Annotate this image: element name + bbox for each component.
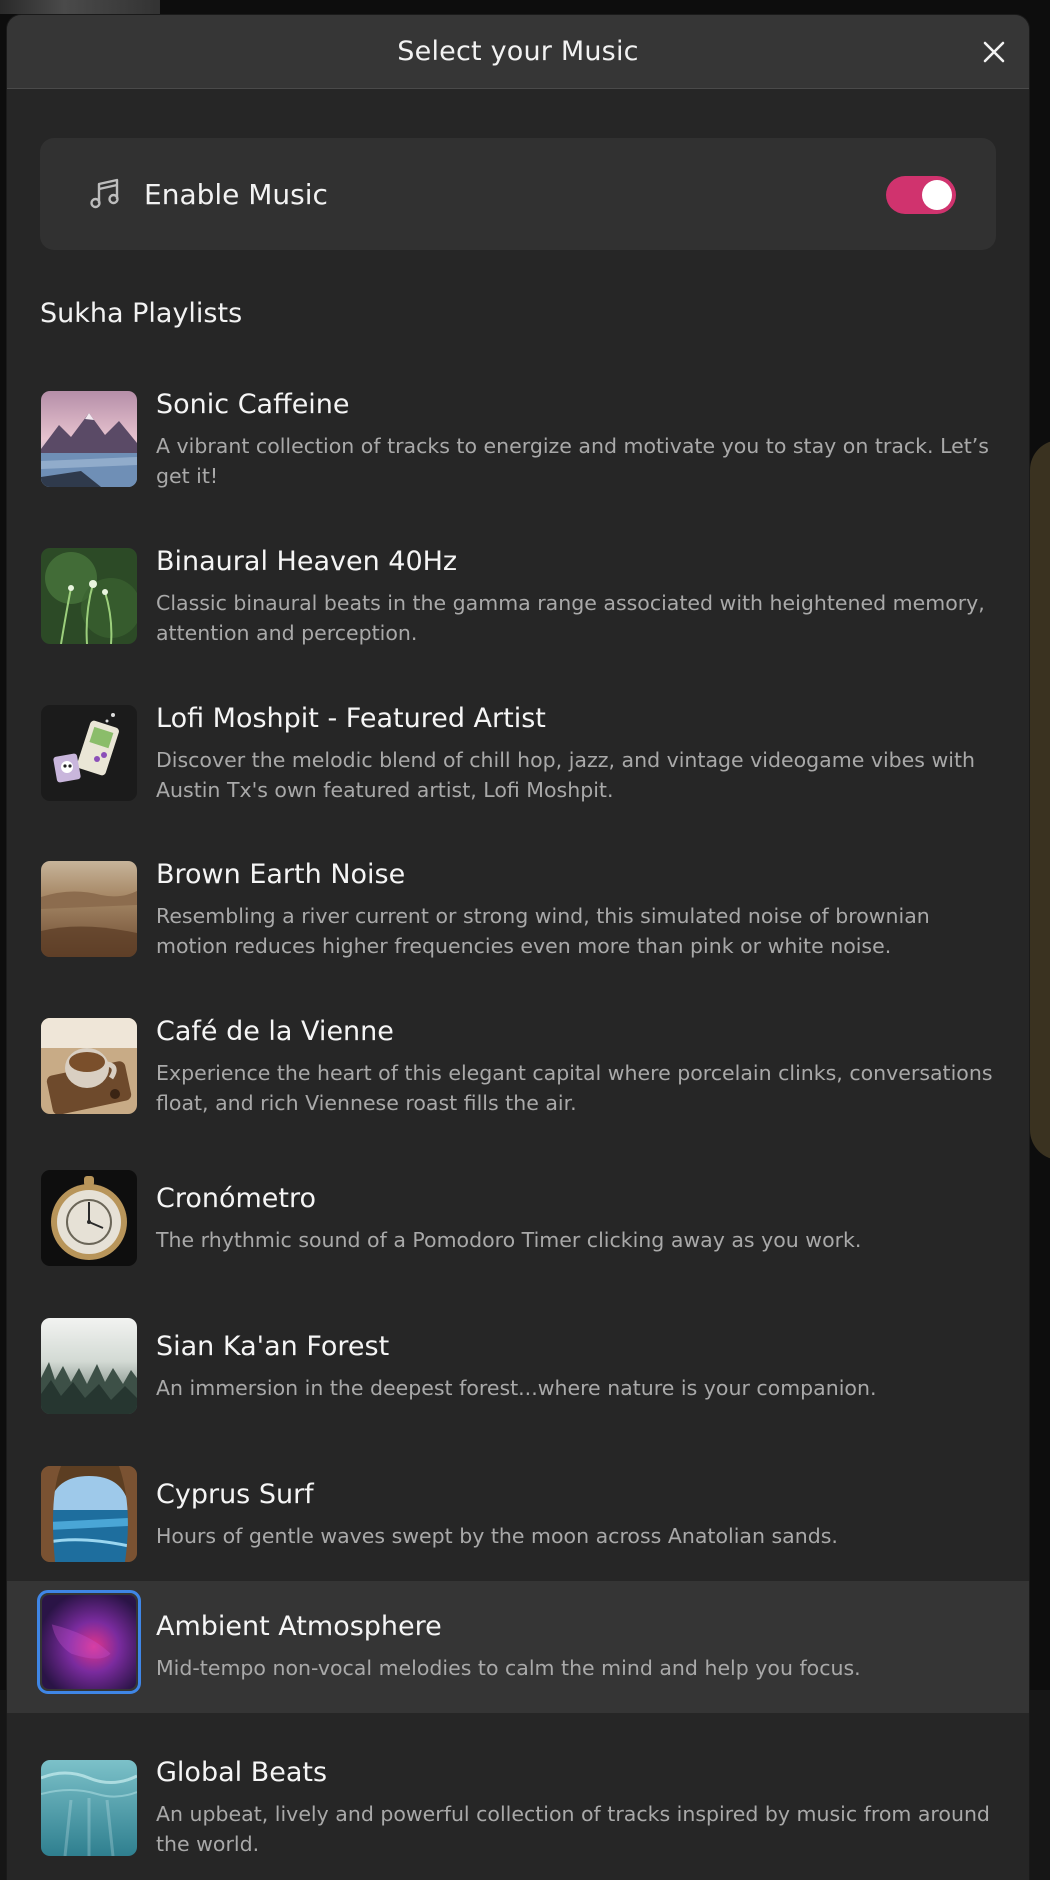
close-button[interactable]	[977, 35, 1011, 69]
enable-music-label: Enable Music	[144, 177, 328, 211]
playlist-title: Cyprus Surf	[156, 1479, 314, 1510]
playlist-title: Sonic Caffeine	[156, 389, 350, 420]
enable-music-toggle[interactable]	[886, 176, 956, 214]
playlist-title: Café de la Vienne	[156, 1016, 394, 1047]
playlist-thumbnail	[41, 391, 137, 487]
playlist-description: Hours of gentle waves swept by the moon …	[156, 1524, 838, 1548]
modal-header: Select your Music	[7, 15, 1029, 89]
playlist-thumbnail	[41, 548, 137, 644]
playlist-item[interactable]: Cronómetro The rhythmic sound of a Pomodo…	[7, 1161, 1029, 1271]
playlist-description: An immersion in the deepest forest...whe…	[156, 1376, 877, 1400]
playlist-description: An upbeat, lively and powerful collectio…	[156, 1802, 990, 1856]
playlist-title: Ambient Atmosphere	[156, 1611, 442, 1642]
playlist-item[interactable]: Cyprus Surf Hours of gentle waves swept b…	[7, 1457, 1029, 1567]
background-app-glow	[1030, 440, 1050, 1160]
playlist-item[interactable]: Global Beats An upbeat, lively and powerf…	[7, 1751, 1029, 1880]
playlist-item[interactable]: Brown Earth Noise Resembling a river curr…	[7, 853, 1029, 973]
playlist-item[interactable]: Sian Ka'an Forest An immersion in the dee…	[7, 1309, 1029, 1419]
playlist-title: Lofi Moshpit - Featured Artist	[156, 703, 546, 734]
toggle-knob	[922, 180, 952, 210]
playlist-thumbnail	[41, 705, 137, 801]
playlist-title: Sian Ka'an Forest	[156, 1331, 390, 1362]
playlist-thumbnail	[41, 861, 137, 957]
enable-music-card: Enable Music	[40, 138, 996, 250]
playlist-title: Cronómetro	[156, 1183, 317, 1214]
playlist-item[interactable]: Ambient Atmosphere Mid-tempo non-vocal me…	[7, 1581, 1029, 1713]
playlist-thumbnail	[41, 1170, 137, 1266]
playlist-description: Resembling a river current or strong win…	[156, 904, 930, 958]
playlist-thumbnail	[41, 1318, 137, 1414]
playlist-thumbnail	[41, 1018, 137, 1114]
playlist-description: The rhythmic sound of a Pomodoro Timer c…	[156, 1228, 862, 1252]
playlist-description: Experience the heart of this elegant cap…	[156, 1061, 993, 1115]
section-title: Sukha Playlists	[40, 298, 243, 329]
playlist-description: Classic binaural beats in the gamma rang…	[156, 591, 985, 645]
music-note-icon	[90, 178, 119, 209]
playlist-description: A vibrant collection of tracks to energi…	[156, 434, 989, 488]
music-select-modal: Select your Music Enable Music Sukha Pla…	[7, 15, 1029, 1880]
playlist-title: Binaural Heaven 40Hz	[156, 546, 458, 577]
playlist-title: Brown Earth Noise	[156, 859, 406, 890]
playlist-item[interactable]: Sonic Caffeine A vibrant collection of tr…	[7, 383, 1029, 503]
playlist-item[interactable]: Lofi Moshpit - Featured Artist Discover t…	[7, 697, 1029, 817]
playlist-thumbnail	[37, 1590, 141, 1694]
background-app-strip	[0, 0, 160, 14]
playlist-thumbnail	[41, 1466, 137, 1562]
playlist-item[interactable]: Café de la Vienne Experience the heart of…	[7, 1010, 1029, 1130]
close-icon	[983, 41, 1005, 63]
playlist-thumbnail	[41, 1760, 137, 1856]
modal-title: Select your Music	[397, 36, 639, 67]
playlist-description: Discover the melodic blend of chill hop,…	[156, 748, 975, 802]
playlist-description: Mid-tempo non-vocal melodies to calm the…	[156, 1656, 861, 1680]
playlist-title: Global Beats	[156, 1757, 328, 1788]
playlist-item[interactable]: Binaural Heaven 40Hz Classic binaural bea…	[7, 540, 1029, 660]
